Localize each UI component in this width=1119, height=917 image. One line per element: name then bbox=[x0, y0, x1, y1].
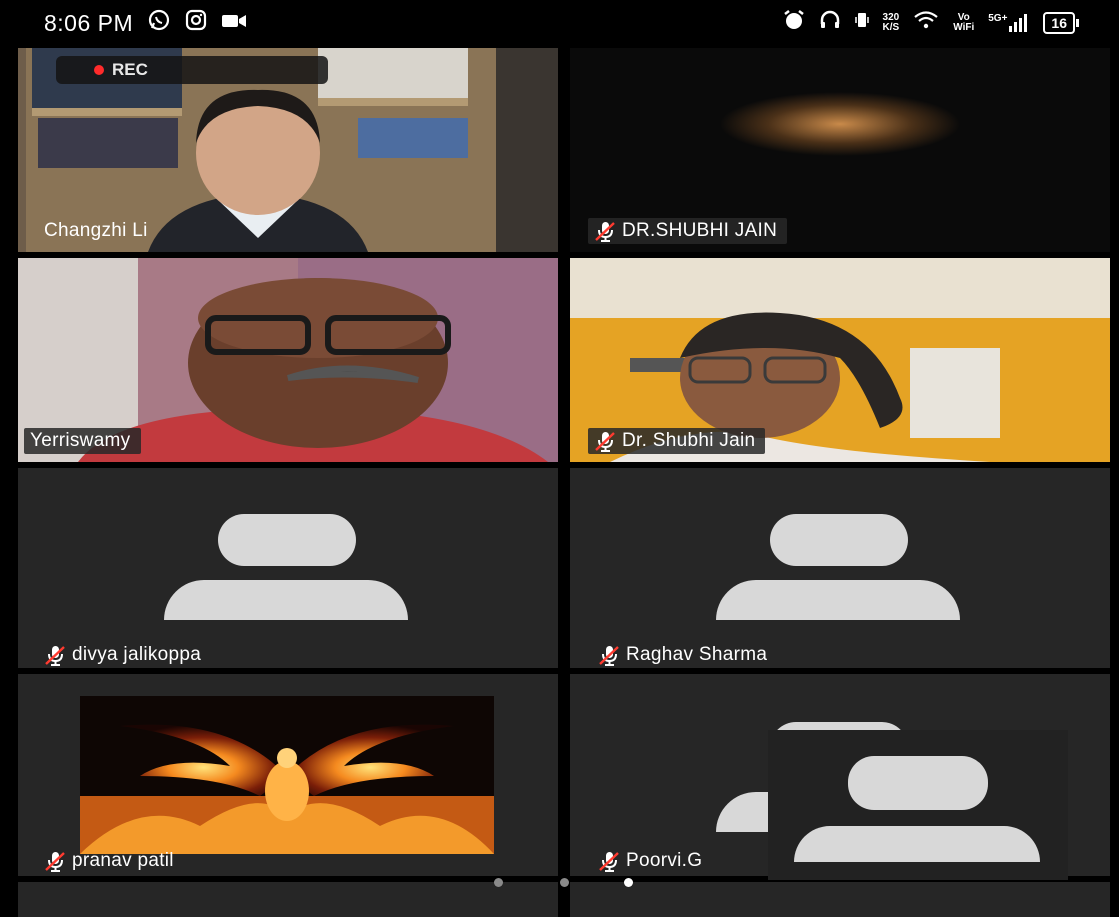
participant-name: pranav patil bbox=[72, 850, 174, 871]
participant-tile-partial[interactable] bbox=[570, 882, 1110, 917]
alarm-icon bbox=[783, 9, 805, 37]
muted-mic-icon bbox=[45, 646, 65, 666]
instagram-icon bbox=[185, 9, 207, 37]
vowifi-bottom: WiFi bbox=[953, 22, 975, 33]
page-dot[interactable] bbox=[560, 878, 569, 887]
participant-name-tag: Dr. Shubhi Jain bbox=[588, 428, 766, 454]
clock: 8:06 PM bbox=[44, 9, 134, 36]
network-speed: 320 K/S bbox=[883, 13, 900, 33]
participant-name: Changzhi Li bbox=[44, 220, 148, 241]
vowifi-indicator: Vo WiFi bbox=[953, 13, 974, 33]
signal-icon: 5G+ bbox=[988, 14, 1029, 32]
status-bar-left: 8:06 PM bbox=[44, 8, 247, 38]
participant-tile-partial[interactable] bbox=[18, 882, 558, 917]
participant-name: Dr. Shubhi Jain bbox=[622, 430, 756, 451]
participant-name: DR.SHUBHI JAIN bbox=[622, 220, 778, 241]
participant-name-tag: divya jalikoppa bbox=[38, 642, 211, 668]
recording-dot-icon bbox=[94, 65, 104, 75]
page-dot[interactable] bbox=[494, 878, 503, 887]
battery-indicator: 16 bbox=[1043, 12, 1079, 34]
participant-name: divya jalikoppa bbox=[72, 644, 202, 665]
participant-name-tag: Yerriswamy bbox=[24, 428, 141, 454]
participant-tile-4[interactable]: Dr. Shubhi Jain bbox=[570, 258, 1110, 462]
page-indicator bbox=[0, 878, 1119, 887]
participant-name: Poorvi.G bbox=[626, 850, 703, 871]
page-dot-active[interactable] bbox=[624, 878, 633, 887]
muted-mic-icon bbox=[595, 432, 615, 452]
avatar-body-icon bbox=[716, 580, 960, 620]
participant-name-tag: Raghav Sharma bbox=[592, 642, 777, 668]
participant-tile-7[interactable]: pranav patil bbox=[18, 674, 558, 876]
recording-label: REC bbox=[112, 60, 148, 79]
recording-indicator: REC bbox=[56, 56, 328, 84]
participant-name: Raghav Sharma bbox=[626, 644, 768, 665]
participant-profile-image bbox=[80, 696, 494, 854]
avatar-head-icon bbox=[770, 514, 908, 566]
whatsapp-icon bbox=[147, 8, 171, 38]
vibrate-icon bbox=[854, 9, 869, 37]
participant-tile-3[interactable]: Yerriswamy bbox=[18, 258, 558, 462]
status-bar-right: 320 K/S Vo WiFi 5G+ 16 bbox=[783, 9, 1079, 37]
avatar-body-icon bbox=[794, 826, 1040, 862]
participant-tile-5[interactable]: divya jalikoppa bbox=[18, 468, 558, 668]
muted-mic-icon bbox=[45, 852, 65, 872]
headphones-icon bbox=[819, 9, 841, 37]
status-bar: 8:06 PM 320 K/S Vo WiFi 5G+ 16 bbox=[0, 0, 1119, 46]
signal-label: 5G+ bbox=[988, 13, 1008, 24]
muted-mic-icon bbox=[595, 222, 615, 242]
avatar-head-icon bbox=[218, 514, 356, 566]
muted-mic-icon bbox=[599, 646, 619, 666]
wifi-icon bbox=[913, 10, 939, 36]
avatar-head-icon bbox=[848, 756, 988, 810]
avatar-body-icon bbox=[164, 580, 408, 620]
muted-mic-icon bbox=[599, 852, 619, 872]
video-camera-icon bbox=[221, 10, 247, 36]
participant-name-tag: Poorvi.G bbox=[592, 848, 712, 874]
participant-tile-2[interactable]: DR.SHUBHI JAIN bbox=[570, 48, 1110, 252]
participant-name-tag: Changzhi Li bbox=[38, 218, 158, 244]
participant-tile-6[interactable]: Raghav Sharma bbox=[570, 468, 1110, 668]
network-speed-unit: K/S bbox=[882, 22, 900, 33]
participant-name: Yerriswamy bbox=[30, 430, 131, 451]
participant-name-tag: pranav patil bbox=[38, 848, 184, 874]
participant-name-tag: DR.SHUBHI JAIN bbox=[588, 218, 788, 244]
self-view-thumbnail[interactable] bbox=[768, 730, 1068, 880]
